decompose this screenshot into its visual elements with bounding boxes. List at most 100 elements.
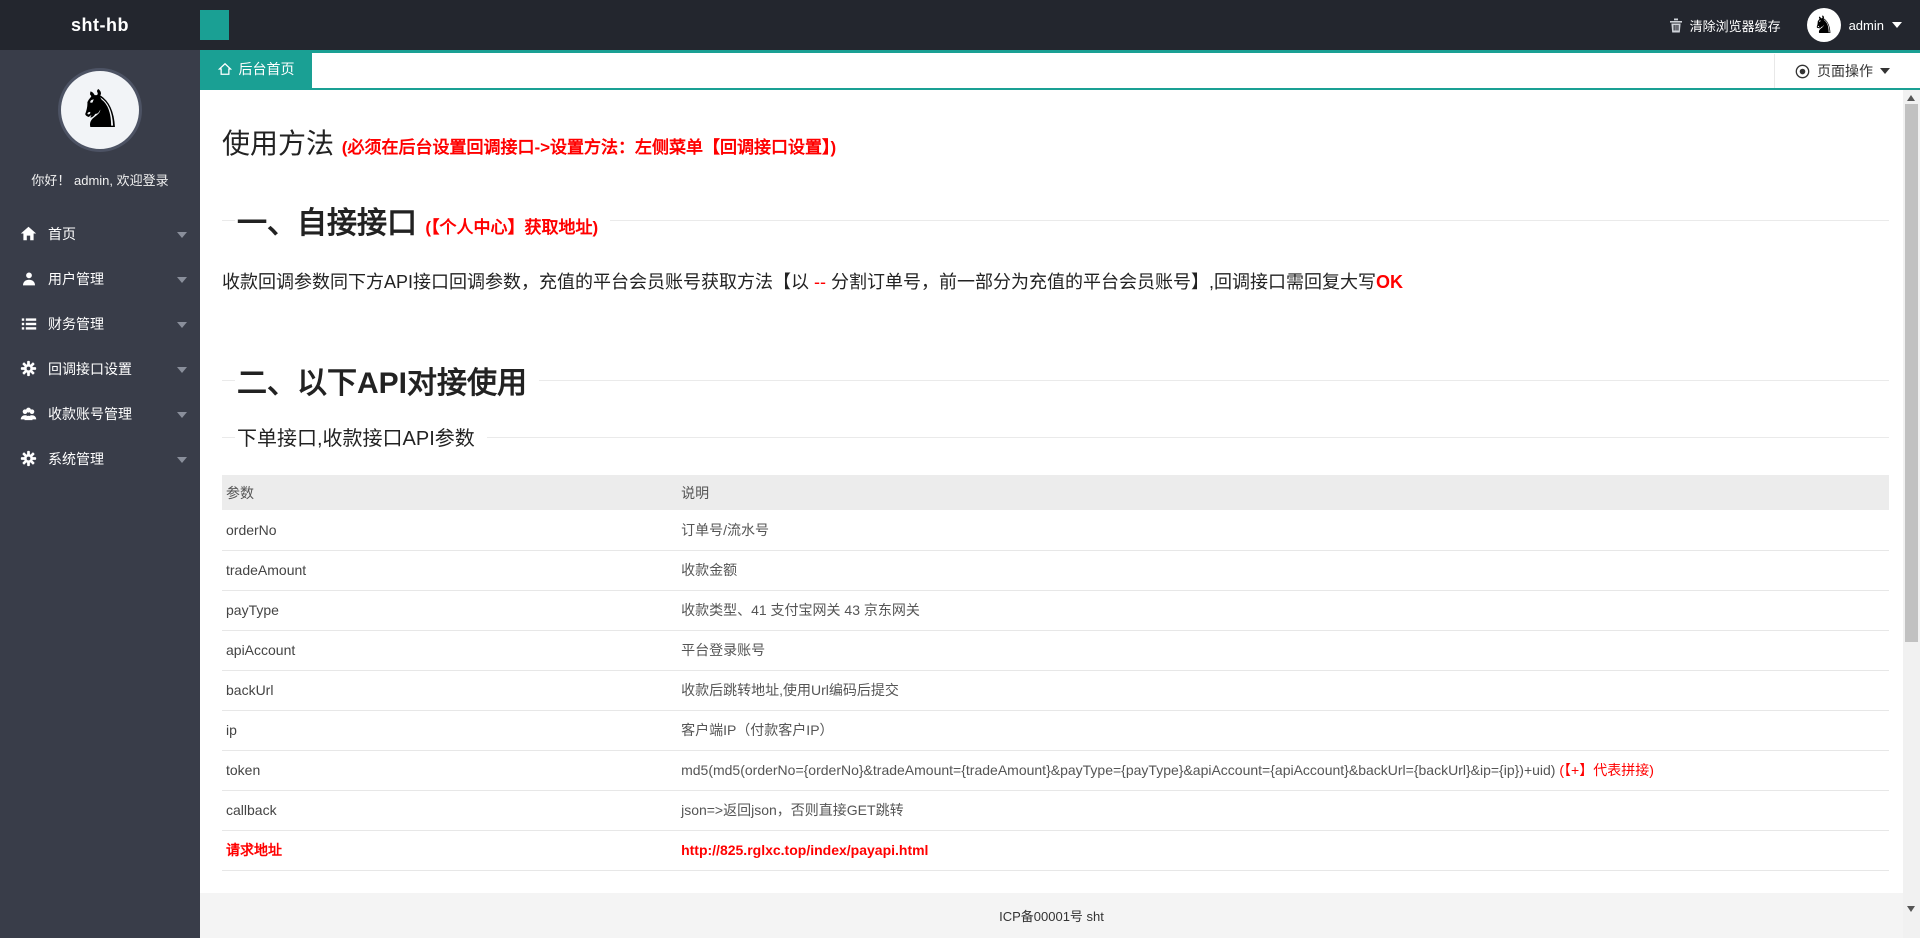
table-row: tradeAmount收款金额 xyxy=(222,550,1889,590)
table-row: 请求地址http://825.rglxc.top/index/payapi.ht… xyxy=(222,830,1889,870)
scroll-down-arrow-icon[interactable] xyxy=(1907,906,1915,912)
sidebar-item-label: 回调接口设置 xyxy=(48,359,132,379)
footer: ICP备00001号 sht xyxy=(200,893,1903,938)
sidebar-item-label: 系统管理 xyxy=(48,449,104,469)
section1-paragraph: 收款回调参数同下方API接口回调参数，充值的平台会员账号获取方法【以 -- 分割… xyxy=(222,268,1889,294)
fisheye-icon xyxy=(1795,64,1810,79)
sidebar-item-label: 用户管理 xyxy=(48,269,104,289)
scroll-up-arrow-icon[interactable] xyxy=(1907,95,1915,101)
vertical-scrollbar[interactable] xyxy=(1903,90,1920,938)
param-cell: 请求地址 xyxy=(222,830,677,870)
paragraph-text: 收款回调参数同下方API接口回调参数，充值的平台会员账号获取方法【以 xyxy=(222,272,814,292)
sidebar-item-label: 财务管理 xyxy=(48,314,104,334)
collapse-menu-button[interactable] xyxy=(200,10,229,40)
column-header-desc: 说明 xyxy=(677,475,1889,510)
section1-heading: 一、自接接口 (【个人中心】获取地址) xyxy=(222,198,1889,242)
home-icon xyxy=(20,225,37,242)
gear-icon xyxy=(20,450,37,467)
table-row: payType收款类型、41 支付宝网关 43 京东网关 xyxy=(222,590,1889,630)
table-row: callbackjson=>返回json，否则直接GET跳转 xyxy=(222,790,1889,830)
chevron-down-icon xyxy=(177,457,187,463)
top-bar: sht-hb 清除浏览器缓存 ♞ admin xyxy=(0,0,1920,50)
column-header-param: 参数 xyxy=(222,475,677,510)
param-cell: token xyxy=(222,750,677,790)
desc-cell: md5(md5(orderNo={orderNo}&tradeAmount={t… xyxy=(677,750,1889,790)
admin-dropdown[interactable]: ♞ admin xyxy=(1807,8,1902,42)
table-row: orderNo订单号/流水号 xyxy=(222,510,1889,550)
param-cell: tradeAmount xyxy=(222,550,677,590)
param-cell: callback xyxy=(222,790,677,830)
desc-cell: 订单号/流水号 xyxy=(677,510,1889,550)
desc-cell: http://825.rglxc.top/index/payapi.html xyxy=(677,830,1889,870)
main-content: 使用方法 (必须在后台设置回调接口->设置方法：左侧菜单【回调接口设置】) 一、… xyxy=(200,90,1903,938)
desc-cell: 收款金额 xyxy=(677,550,1889,590)
usage-title: 使用方法 xyxy=(222,128,334,159)
app-brand: sht-hb xyxy=(0,0,200,50)
chevron-down-icon xyxy=(177,367,187,373)
sidebar-item-system[interactable]: 系统管理 xyxy=(0,436,200,481)
clear-cache-label: 清除浏览器缓存 xyxy=(1690,16,1781,35)
section2-subheading: 下单接口,收款接口API参数 xyxy=(222,422,1889,451)
horse-logo-icon: ♞ xyxy=(77,84,124,136)
sidebar-item-users[interactable]: 用户管理 xyxy=(0,256,200,301)
tab-label: 后台首页 xyxy=(239,59,295,79)
sidebar-menu: 首页 用户管理 财务管理 回调接口设置 xyxy=(0,211,200,481)
param-cell: orderNo xyxy=(222,510,677,550)
sidebar-item-callback-settings[interactable]: 回调接口设置 xyxy=(0,346,200,391)
tab-bar: 后台首页 页面操作 xyxy=(200,50,1920,90)
section2-heading: 二、以下API对接使用 xyxy=(222,358,1889,402)
gear-icon xyxy=(20,360,37,377)
sidebar-item-payment-accounts[interactable]: 收款账号管理 xyxy=(0,391,200,436)
chevron-down-icon xyxy=(1880,68,1890,74)
chevron-down-icon xyxy=(177,322,187,328)
param-cell: ip xyxy=(222,710,677,750)
username: admin xyxy=(1849,18,1884,33)
desc-cell: 客户端IP（付款客户IP） xyxy=(677,710,1889,750)
desc-cell: json=>返回json，否则直接GET跳转 xyxy=(677,790,1889,830)
table-row: apiAccount平台登录账号 xyxy=(222,630,1889,670)
paragraph-red-dash: -- xyxy=(814,272,826,292)
users-icon xyxy=(20,405,37,422)
avatar: ♞ xyxy=(1807,8,1841,42)
page-title: 使用方法 (必须在后台设置回调接口->设置方法：左侧菜单【回调接口设置】) xyxy=(222,122,1889,162)
user-icon xyxy=(20,270,37,287)
scrollbar-thumb[interactable] xyxy=(1905,104,1918,642)
page-operations-label: 页面操作 xyxy=(1817,61,1873,81)
sidebar-item-finance[interactable]: 财务管理 xyxy=(0,301,200,346)
usage-title-note: (必须在后台设置回调接口->设置方法：左侧菜单【回调接口设置】) xyxy=(342,138,836,157)
icp-text: ICP备00001号 sht xyxy=(999,906,1104,925)
api-params-table: 参数 说明 orderNo订单号/流水号tradeAmount收款金额payTy… xyxy=(222,475,1889,871)
param-cell: payType xyxy=(222,590,677,630)
sidebar-item-home[interactable]: 首页 xyxy=(0,211,200,256)
home-icon xyxy=(218,62,232,76)
chevron-down-icon xyxy=(177,412,187,418)
desc-cell: 平台登录账号 xyxy=(677,630,1889,670)
table-row: tokenmd5(md5(orderNo={orderNo}&tradeAmou… xyxy=(222,750,1889,790)
chevron-down-icon xyxy=(1892,22,1902,28)
sidebar-item-label: 首页 xyxy=(48,224,76,244)
table-header-row: 参数 说明 xyxy=(222,475,1889,510)
site-logo: ♞ xyxy=(58,68,142,152)
welcome-text: 你好！ admin, 欢迎登录 xyxy=(0,170,200,189)
desc-red-note: (【+】代表拼接) xyxy=(1559,762,1654,778)
param-cell: backUrl xyxy=(222,670,677,710)
page-operations-dropdown[interactable]: 页面操作 xyxy=(1774,54,1920,88)
paragraph-text: 分割订单号，前一部分为充值的平台会员账号】,回调接口需回复大写 xyxy=(826,272,1376,292)
horse-logo-icon: ♞ xyxy=(1813,13,1835,37)
sidebar: ♞ 你好！ admin, 欢迎登录 首页 用户管理 财务管理 xyxy=(0,50,200,938)
desc-cell: 收款后跳转地址,使用Url编码后提交 xyxy=(677,670,1889,710)
paragraph-ok: OK xyxy=(1376,272,1403,292)
list-icon xyxy=(20,315,37,332)
desc-cell: 收款类型、41 支付宝网关 43 京东网关 xyxy=(677,590,1889,630)
trash-icon xyxy=(1669,18,1683,33)
section1-heading-note: (【个人中心】获取地址) xyxy=(425,218,598,237)
clear-cache-button[interactable]: 清除浏览器缓存 xyxy=(1669,16,1781,35)
sidebar-item-label: 收款账号管理 xyxy=(48,404,132,424)
section1-heading-text: 一、自接接口 xyxy=(237,207,417,240)
chevron-down-icon xyxy=(177,277,187,283)
chevron-down-icon xyxy=(177,232,187,238)
param-cell: apiAccount xyxy=(222,630,677,670)
api-table-body: orderNo订单号/流水号tradeAmount收款金额payType收款类型… xyxy=(222,510,1889,870)
tab-backend-home[interactable]: 后台首页 xyxy=(200,50,312,88)
table-row: backUrl收款后跳转地址,使用Url编码后提交 xyxy=(222,670,1889,710)
